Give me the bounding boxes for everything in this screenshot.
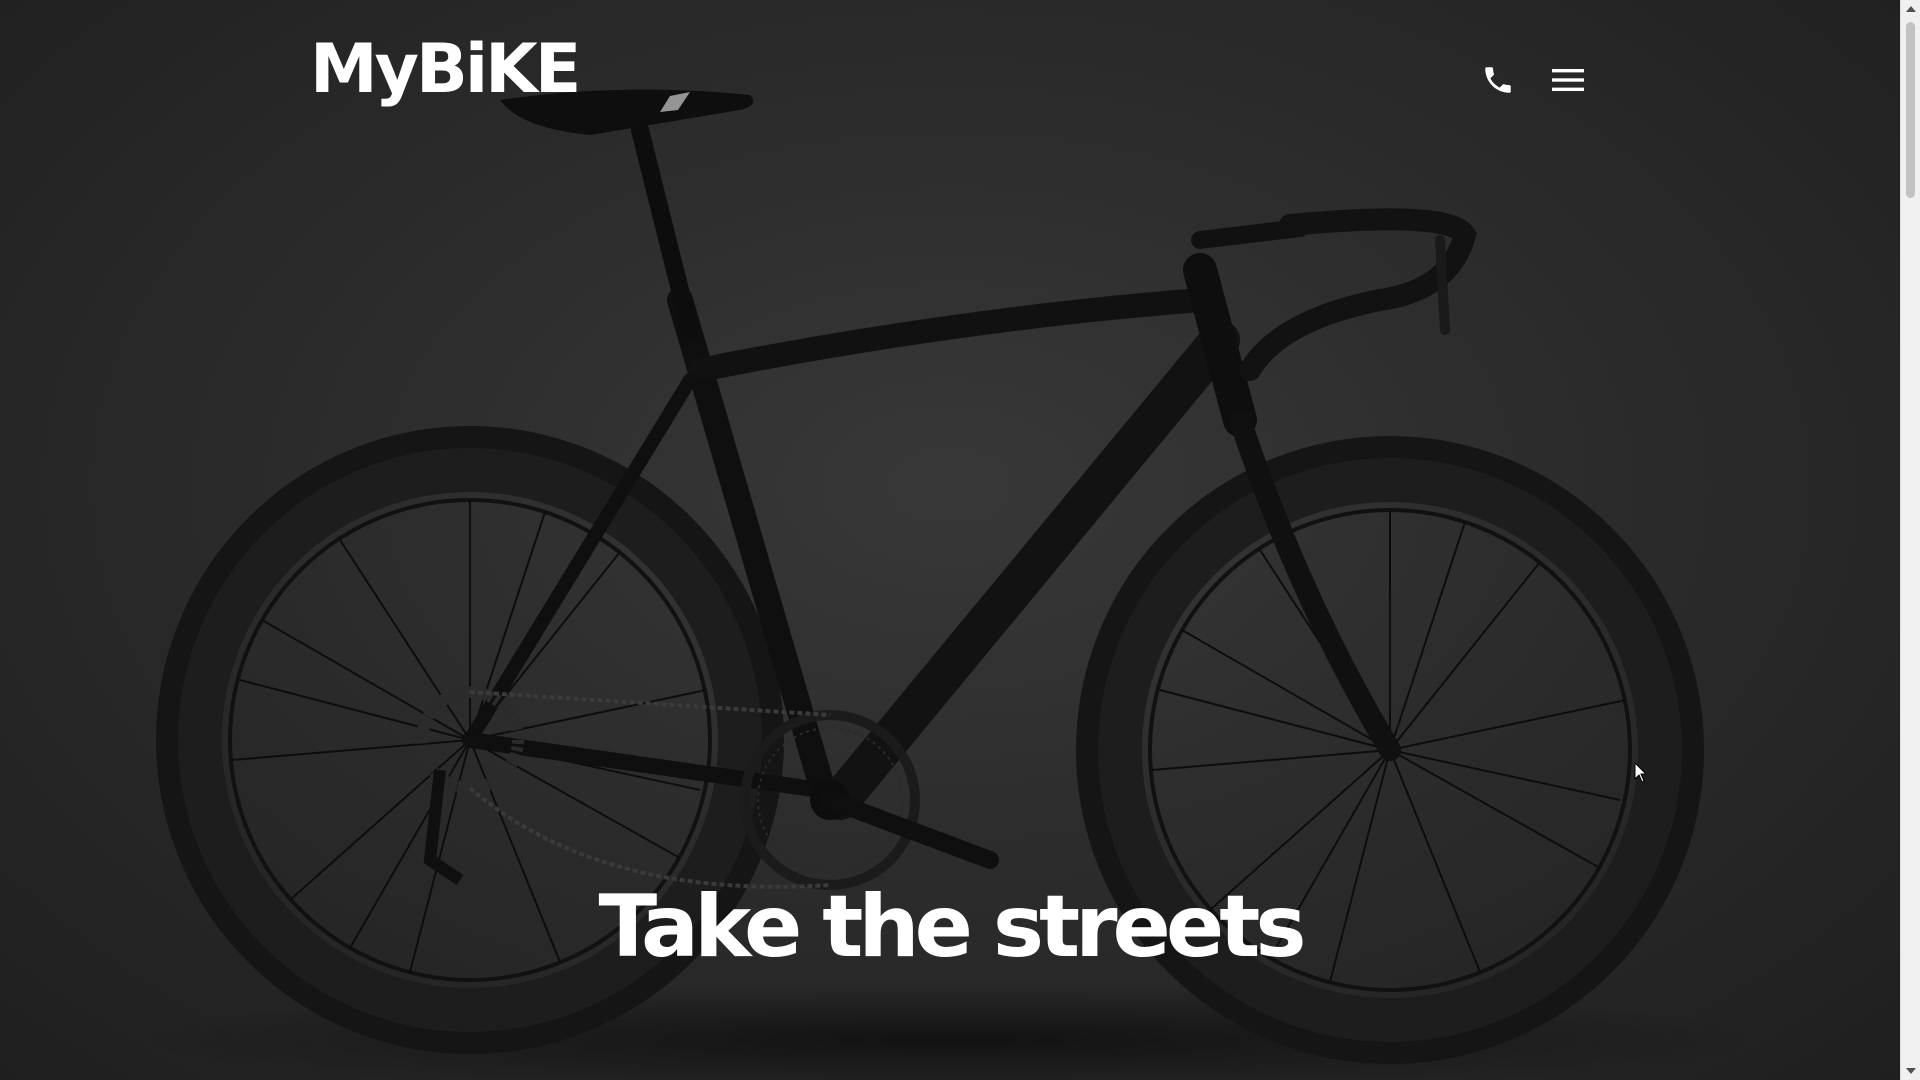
mouse-cursor-icon	[1634, 762, 1648, 783]
site-logo[interactable]: MyBiKE	[310, 36, 581, 104]
vertical-scrollbar[interactable]	[1900, 0, 1920, 1080]
scroll-down-arrow-icon[interactable]	[1901, 1062, 1920, 1080]
hamburger-menu-icon	[1552, 69, 1584, 91]
scrollbar-thumb[interactable]	[1906, 22, 1915, 198]
menu-button[interactable]	[1546, 58, 1590, 102]
site-header: MyBiKE	[0, 0, 1900, 160]
phone-button[interactable]	[1476, 58, 1520, 102]
scroll-up-arrow-icon[interactable]	[1901, 0, 1920, 18]
phone-icon	[1485, 67, 1511, 93]
page-viewport: MyBiKE Take the streets	[0, 0, 1900, 1080]
hero-title: Take the streets	[598, 876, 1306, 977]
